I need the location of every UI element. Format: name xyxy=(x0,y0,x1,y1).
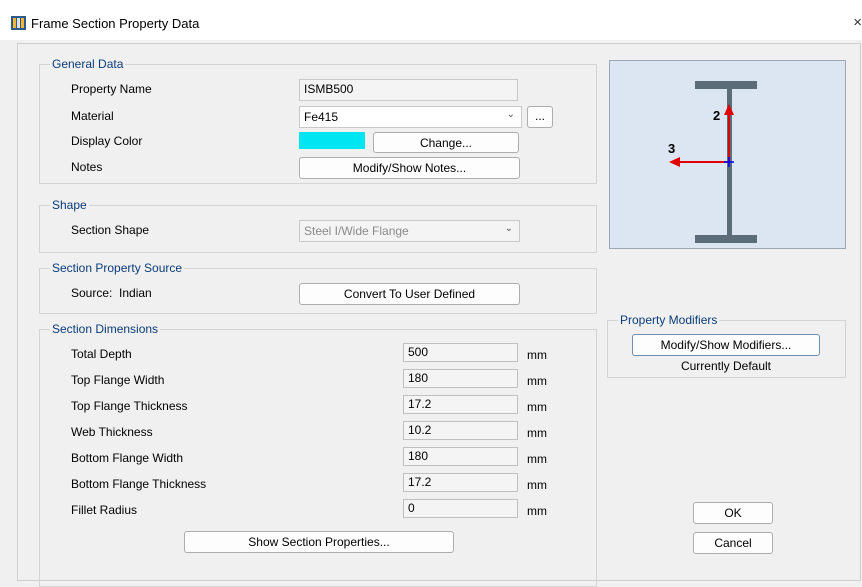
dim-label-top-flange-width: Top Flange Width xyxy=(71,373,165,387)
dim-unit: mm xyxy=(527,400,547,414)
bottom-flange-width-input[interactable]: 180 xyxy=(403,447,518,466)
top-flange xyxy=(695,81,757,89)
dim-unit: mm xyxy=(527,426,547,440)
dim-unit: mm xyxy=(527,504,547,518)
material-label: Material xyxy=(71,109,114,123)
dim-label-fillet-radius: Fillet Radius xyxy=(71,503,138,517)
dim-unit: mm xyxy=(527,348,547,362)
chevron-down-icon: ⌄ xyxy=(506,109,515,120)
notes-label: Notes xyxy=(71,160,103,174)
material-value: Fe415 xyxy=(304,110,339,124)
property-name-field: ISMB500 xyxy=(299,79,518,101)
axis-2-label: 2 xyxy=(713,108,720,123)
app-icon xyxy=(11,16,26,30)
ok-button[interactable]: OK xyxy=(693,502,773,524)
property-name-label: Property Name xyxy=(71,82,152,96)
material-select[interactable]: Fe415 ⌄ xyxy=(299,106,522,128)
web-thickness-input[interactable]: 10.2 xyxy=(403,421,518,440)
modify-modifiers-button[interactable]: Modify/Show Modifiers... xyxy=(632,334,820,356)
section-shape-value: Steel I/Wide Flange xyxy=(304,224,409,238)
dim-unit: mm xyxy=(527,452,547,466)
dim-label-web-thickness: Web Thickness xyxy=(71,425,153,439)
dim-label-bottom-flange-width: Bottom Flange Width xyxy=(71,451,184,465)
material-more-button[interactable]: ... xyxy=(527,106,553,128)
close-icon[interactable]: × xyxy=(848,14,862,31)
display-color-label: Display Color xyxy=(71,134,143,148)
chevron-down-icon: ⌄ xyxy=(504,223,513,234)
axis-3-label: 3 xyxy=(668,141,675,156)
bottom-flange xyxy=(695,235,757,243)
property-source-legend: Section Property Source xyxy=(50,261,185,275)
top-flange-thickness-input[interactable]: 17.2 xyxy=(403,395,518,414)
bottom-flange-thickness-input[interactable]: 17.2 xyxy=(403,473,518,492)
cancel-button[interactable]: Cancel xyxy=(693,532,773,554)
dim-label-total-depth: Total Depth xyxy=(71,347,132,361)
total-depth-input[interactable]: 500 xyxy=(403,343,518,362)
window-title: Frame Section Property Data xyxy=(31,16,200,31)
title-bar: Frame Section Property Data × xyxy=(0,0,862,40)
modify-notes-button[interactable]: Modify/Show Notes... xyxy=(299,157,520,179)
fillet-radius-input[interactable]: 0 xyxy=(403,499,518,518)
dim-label-bottom-flange-thickness: Bottom Flange Thickness xyxy=(71,477,207,491)
top-flange-width-input[interactable]: 180 xyxy=(403,369,518,388)
display-color-swatch xyxy=(299,132,365,149)
modifiers-status: Currently Default xyxy=(680,359,772,373)
general-data-legend: General Data xyxy=(50,57,126,71)
property-modifiers-legend: Property Modifiers xyxy=(618,313,720,327)
shape-legend: Shape xyxy=(50,198,89,212)
section-shape-label: Section Shape xyxy=(71,223,150,237)
dim-unit: mm xyxy=(527,478,547,492)
dim-unit: mm xyxy=(527,374,547,388)
source-label: Source: Indian xyxy=(71,286,152,300)
convert-user-defined-button[interactable]: Convert To User Defined xyxy=(299,283,520,305)
change-color-button[interactable]: Change... xyxy=(373,132,519,153)
show-section-properties-button[interactable]: Show Section Properties... xyxy=(184,531,454,553)
section-dimensions-legend: Section Dimensions xyxy=(50,322,161,336)
section-preview: 2 3 xyxy=(609,60,846,249)
dim-label-top-flange-thickness: Top Flange Thickness xyxy=(71,399,188,413)
section-shape-select: Steel I/Wide Flange ⌄ xyxy=(299,220,520,242)
